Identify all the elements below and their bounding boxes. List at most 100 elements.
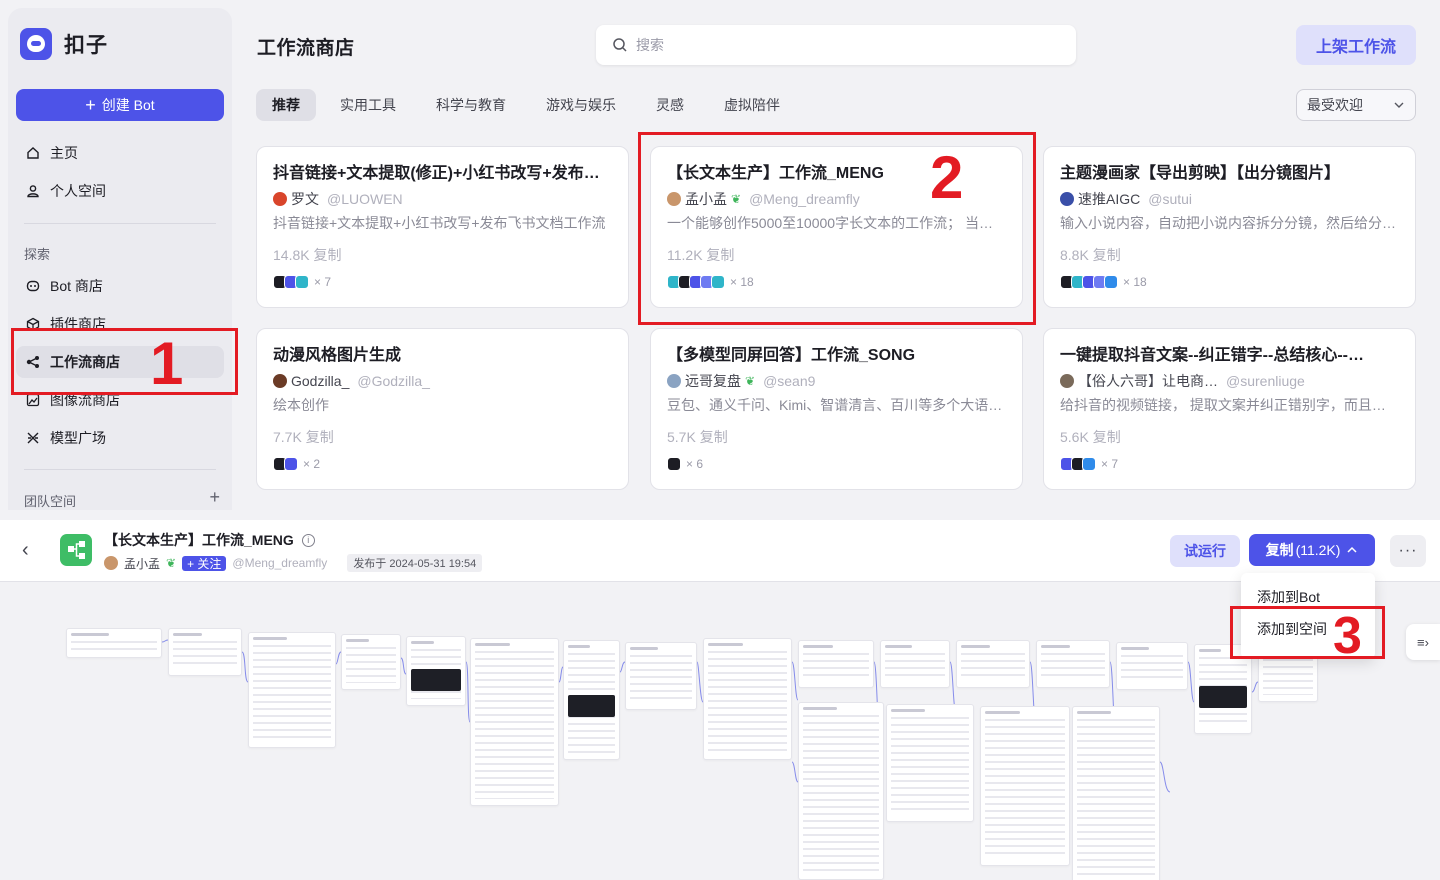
workflow-node[interactable] <box>563 640 620 760</box>
tab-inspiration[interactable]: 灵感 <box>640 89 700 121</box>
card-title: 动漫风格图片生成 <box>273 347 402 364</box>
sidebar-item-model-square[interactable]: 模型广场 <box>16 422 224 454</box>
workflow-node[interactable] <box>703 638 792 760</box>
workflow-card[interactable]: 主题漫画家【导出剪映】【出分镜图片】速推AIGC @sutui 输入小说内容，自动把… <box>1043 146 1416 308</box>
author-name: 速推AIGC <box>1078 191 1141 207</box>
author-handle: @Meng_dreamfly <box>749 191 860 207</box>
create-bot-button[interactable]: + 创建 Bot <box>16 89 224 121</box>
card-author: 远哥复盘 ❦ @sean9 <box>667 371 1006 391</box>
workflow-node[interactable] <box>1116 642 1188 690</box>
sidebar-item-label: Bot 商店 <box>50 278 103 294</box>
workflow-card[interactable]: 【多模型同屏回答】工作流_SONG 远哥复盘 ❦ @sean9 豆包、通义千问、Kimi… <box>650 328 1023 490</box>
workflow-node[interactable] <box>625 642 697 710</box>
coze-logo-icon <box>20 28 52 60</box>
card-description: 输入小说内容，自动把小说内容拆分分镜，然后给分… <box>1060 215 1396 231</box>
author-handle: @Meng_dreamfly <box>232 556 328 570</box>
model-icon <box>26 431 40 445</box>
workflow-node[interactable] <box>406 636 466 706</box>
copy-label: 复制 <box>1265 542 1294 558</box>
workflow-node[interactable] <box>168 628 242 676</box>
publish-workflow-button[interactable]: 上架工作流 <box>1296 25 1416 65</box>
workflow-node[interactable] <box>886 704 974 822</box>
info-icon[interactable]: i <box>301 533 315 547</box>
search-box[interactable] <box>596 25 1076 65</box>
panel-toggle-icon[interactable]: ≡› <box>1406 624 1440 660</box>
workflow-title: 【长文本生产】工作流_MENG i <box>104 530 315 550</box>
workflow-node[interactable] <box>66 628 162 658</box>
workflow-node[interactable] <box>1036 640 1110 688</box>
workflow-node[interactable] <box>798 640 874 688</box>
author-avatar <box>273 374 287 388</box>
search-input[interactable] <box>636 37 1036 53</box>
more-options-button[interactable]: ··· <box>1390 535 1426 567</box>
sidebar-item-image-flow-store[interactable]: 图像流商店 <box>16 384 224 416</box>
workflow-icon <box>26 355 40 369</box>
tab-games-entertainment[interactable]: 游戏与娱乐 <box>530 89 632 121</box>
workflow-card[interactable]: 一键提取抖音文案--纠正错字--总结核心--… 【俗人六哥】让电商… @surenl… <box>1043 328 1416 490</box>
trial-run-button[interactable]: 试运行 <box>1170 535 1240 567</box>
author-name[interactable]: 孟小孟 <box>124 555 160 572</box>
card-description: 豆包、通义千问、Kimi、智谱清言、百川等多个大语… <box>667 397 1003 413</box>
sidebar-item-label: 主页 <box>50 145 78 161</box>
plugin-icons <box>667 275 725 289</box>
workflow-node[interactable] <box>980 706 1070 866</box>
tab-virtual-companion[interactable]: 虚拟陪伴 <box>708 89 796 121</box>
workflow-node[interactable] <box>880 640 950 688</box>
plugin-icons <box>1060 457 1096 471</box>
workflow-card[interactable]: 动漫风格图片生成 Godzilla_ @Godzilla_ 绘本创作 7.7K 复制 × … <box>256 328 629 490</box>
plugin-icons <box>273 275 309 289</box>
card-footer: × 18 <box>1060 275 1399 289</box>
card-title: 主题漫画家【导出剪映】【出分镜图片】 <box>1060 165 1341 182</box>
chevron-down-icon <box>1394 102 1404 108</box>
sidebar-item-home[interactable]: 主页 <box>16 137 224 169</box>
workflow-card[interactable]: 【长文本生产】工作流_MENG 孟小孟 ❦ @Meng_dreamfly 一个能够创作5… <box>650 146 1023 308</box>
sidebar-item-plugin-store[interactable]: 插件商店 <box>16 308 224 340</box>
card-description: 给抖音的视频链接， 提取文案并纠正错别字，而且… <box>1060 397 1386 413</box>
author-handle: @sutui <box>1148 191 1193 207</box>
plugin-icon <box>667 457 681 471</box>
user-icon <box>26 184 40 198</box>
copy-button[interactable]: 复制 (11.2K) <box>1249 534 1375 566</box>
add-team-icon[interactable]: + <box>209 488 220 506</box>
author-handle: @Godzilla_ <box>357 373 430 389</box>
workflow-card[interactable]: 抖音链接+文本提取(修正)+小红书改写+发布… 罗文 @LUOWEN 抖音链接+文本提… <box>256 146 629 308</box>
workflow-node[interactable] <box>248 632 336 748</box>
workflow-node[interactable] <box>1072 706 1160 880</box>
author-handle: @LUOWEN <box>327 191 403 207</box>
card-author: 速推AIGC @sutui <box>1060 189 1399 209</box>
author-name: 远哥复盘 <box>685 373 741 389</box>
workflow-logo-icon <box>60 534 92 566</box>
workflow-meta: 孟小孟 ❦ + 关注 @Meng_dreamfly 发布于 2024-05-31… <box>104 554 483 572</box>
brand-logo[interactable]: 扣子 <box>20 28 108 60</box>
tab-recommended[interactable]: 推荐 <box>256 89 316 121</box>
workflow-node[interactable] <box>956 640 1030 688</box>
sidebar-item-label: 模型广场 <box>50 430 106 446</box>
card-title: 抖音链接+文本提取(修正)+小红书改写+发布… <box>273 165 600 182</box>
sidebar-item-personal-space[interactable]: 个人空间 <box>16 175 224 207</box>
sidebar: 扣子 + 创建 Bot 主页 个人空间 探索 Bot 商店 插件商店 工作流商店… <box>8 8 232 510</box>
sidebar-item-workflow-store[interactable]: 工作流商店 <box>16 346 224 378</box>
workflow-canvas[interactable] <box>0 582 1440 880</box>
workflow-node[interactable] <box>798 702 884 880</box>
tab-utilities[interactable]: 实用工具 <box>324 89 412 121</box>
author-avatar <box>667 192 681 206</box>
plugin-icon <box>1104 275 1118 289</box>
follow-button[interactable]: + 关注 <box>182 555 227 571</box>
cube-icon <box>26 317 40 331</box>
create-bot-label: 创建 Bot <box>101 97 155 113</box>
copy-count: 14.8K 复制 <box>273 247 342 263</box>
divider <box>24 223 216 224</box>
sidebar-item-bot-store[interactable]: Bot 商店 <box>16 270 224 302</box>
publish-date: 发布于 2024-05-31 19:54 <box>347 554 483 572</box>
sort-select[interactable]: 最受欢迎 <box>1296 89 1416 121</box>
team-space-title: 团队空间 <box>24 494 77 509</box>
page-title: 工作流商店 <box>257 38 355 59</box>
back-arrow-icon[interactable]: ‹ <box>22 538 29 562</box>
workflow-node[interactable] <box>470 638 559 806</box>
workflow-node[interactable] <box>341 634 401 690</box>
tab-science-education[interactable]: 科学与教育 <box>420 89 522 121</box>
card-description: 一个能够创作5000至10000字长文本的工作流； 当… <box>667 215 993 231</box>
author-handle: @sean9 <box>763 373 816 389</box>
card-footer: × 6 <box>667 457 1006 471</box>
code-block <box>1199 686 1247 708</box>
